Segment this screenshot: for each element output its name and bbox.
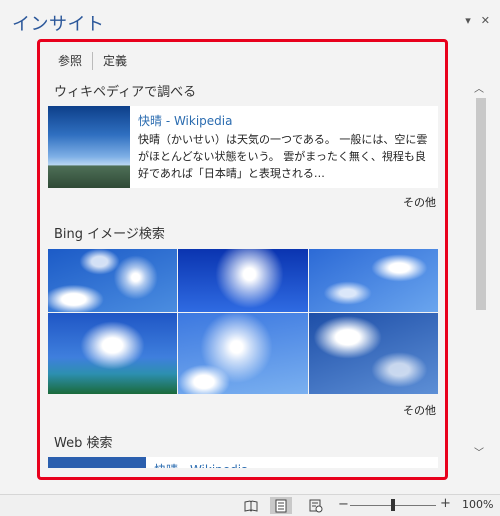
bing-more-link[interactable]: その他: [403, 402, 436, 418]
web-result-title[interactable]: 快晴 - Wikipedia: [146, 457, 256, 468]
scrollbar-thumb[interactable]: [476, 98, 486, 310]
web-heading: Web 検索: [54, 436, 113, 451]
print-layout-icon[interactable]: [270, 497, 292, 514]
zoom-slider-thumb[interactable]: [391, 499, 395, 511]
pane-menu-icon[interactable]: ▾: [465, 14, 471, 27]
tab-define[interactable]: 定義: [93, 50, 137, 71]
insights-content: ウィキペディアで調べる 快晴 - Wikipedia 快晴（かいせい）は天気の一…: [48, 72, 438, 468]
web-result-thumbnail: [48, 457, 146, 468]
image-row: [48, 249, 438, 312]
bing-image-6[interactable]: [308, 313, 438, 394]
close-icon[interactable]: ✕: [481, 14, 490, 27]
read-mode-icon[interactable]: [240, 497, 262, 514]
bing-image-1[interactable]: [48, 249, 178, 312]
wikipedia-more-link[interactable]: その他: [403, 194, 436, 210]
image-row: [48, 313, 438, 394]
web-result-card[interactable]: 快晴 - Wikipedia: [48, 457, 438, 468]
tab-bar: 参照 定義: [48, 50, 137, 71]
zoom-level[interactable]: 100%: [462, 498, 493, 511]
zoom-out-button[interactable]: −: [338, 497, 349, 512]
status-bar: − + 100%: [0, 494, 500, 516]
bing-image-3[interactable]: [308, 249, 438, 312]
pane-title: インサイト: [12, 14, 105, 35]
web-layout-icon[interactable]: [305, 497, 327, 514]
insights-pane: インサイト ▾ ✕ 参照 定義 ウィキペディアで調べる 快晴 - Wikiped…: [0, 0, 500, 494]
wikipedia-snippet: 快晴（かいせい）は天気の一つである。 一般には、空に雲がほとんどない状態をいう。…: [138, 133, 428, 180]
bing-heading: Bing イメージ検索: [54, 227, 165, 242]
bing-image-5[interactable]: [178, 313, 308, 394]
wikipedia-title-link[interactable]: 快晴 - Wikipedia: [138, 112, 430, 129]
wikipedia-thumbnail: [48, 106, 130, 188]
pane-controls: ▾ ✕: [465, 14, 490, 27]
zoom-in-button[interactable]: +: [440, 496, 451, 511]
tab-explore[interactable]: 参照: [48, 50, 92, 71]
scroll-down-icon[interactable]: ﹀: [474, 444, 484, 459]
scroll-up-icon[interactable]: ︿: [474, 80, 484, 95]
bing-image-4[interactable]: [48, 313, 178, 394]
wikipedia-card[interactable]: 快晴 - Wikipedia 快晴（かいせい）は天気の一つである。 一般には、空…: [48, 106, 438, 188]
wikipedia-heading: ウィキペディアで調べる: [54, 85, 197, 100]
bing-image-2[interactable]: [178, 249, 308, 312]
